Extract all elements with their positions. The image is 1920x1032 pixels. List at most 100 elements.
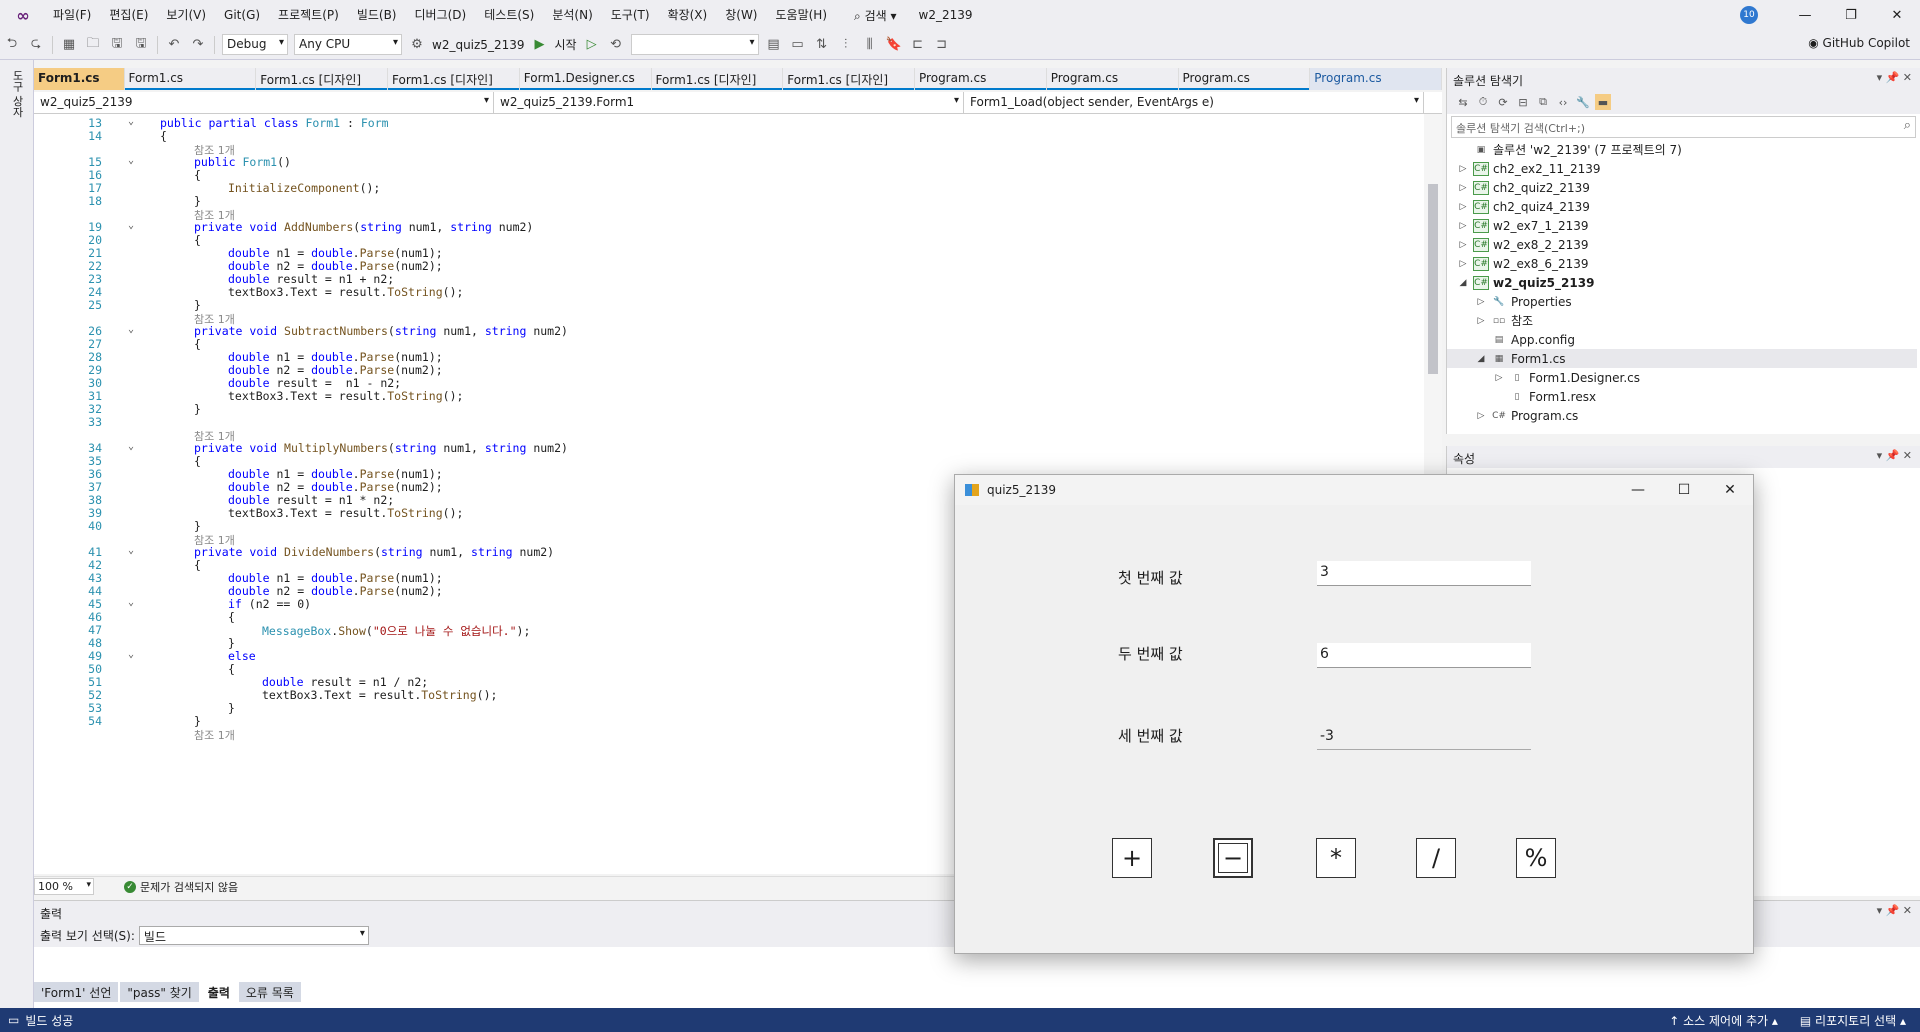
multiply-button[interactable]: *	[1316, 838, 1356, 878]
menu-item[interactable]: 편집(E)	[100, 0, 157, 30]
show-all-icon[interactable]: ⧉	[1535, 94, 1551, 110]
tree-item[interactable]: ▷ ▫▫ 참조	[1447, 311, 1917, 330]
start-button[interactable]: 시작	[554, 36, 576, 53]
menu-item[interactable]: 보기(V)	[157, 0, 215, 30]
start-without-debug-icon[interactable]: ▷	[582, 35, 602, 55]
toolbox-icon[interactable]: ▤	[764, 35, 784, 55]
document-tab[interactable]: Form1.cs	[34, 68, 125, 90]
scroll-thumb[interactable]	[1428, 184, 1438, 374]
repository-button[interactable]: ▤ 리포지토리 선택 ▴	[1800, 1012, 1906, 1029]
back-icon[interactable]: ⮌	[2, 35, 22, 55]
menu-item[interactable]: Git(G)	[215, 0, 269, 30]
document-tab[interactable]: Form1.cs [디자인]	[783, 68, 916, 90]
find-dropdown[interactable]	[630, 34, 759, 55]
subtract-button[interactable]: −	[1213, 838, 1253, 878]
panel-pin-icon[interactable]: ▾ 📌 ✕	[1877, 904, 1912, 917]
wrench-icon[interactable]: 🔧	[1575, 94, 1591, 110]
align-icon[interactable]: ⫶	[836, 35, 856, 55]
expand-toggle-icon[interactable]: ▷	[1457, 259, 1469, 269]
history-icon[interactable]: ⏱	[1475, 94, 1491, 110]
bookmark-icon[interactable]: 🔖	[884, 35, 904, 55]
code-view-icon[interactable]: ‹›	[1555, 94, 1571, 110]
document-tab[interactable]: Program.cs	[1047, 68, 1179, 90]
sync-icon[interactable]: ⇆	[1455, 94, 1471, 110]
platform-dropdown[interactable]: Any CPU	[294, 34, 402, 55]
expand-toggle-icon[interactable]: ▷	[1475, 411, 1487, 421]
save-all-icon[interactable]: 🖫	[131, 35, 151, 55]
document-tab[interactable]: Form1.cs	[125, 68, 257, 90]
bookmark-next-icon[interactable]: ⊐	[932, 35, 952, 55]
form-close-button[interactable]: ✕	[1707, 475, 1753, 505]
fold-chevron-icon[interactable]: ⌄	[128, 441, 134, 452]
document-tab[interactable]: Form1.cs [디자인]	[256, 68, 389, 90]
divide-button[interactable]: /	[1416, 838, 1456, 878]
visual-studio-logo-icon[interactable]: ∞	[10, 4, 36, 26]
add-button[interactable]: +	[1112, 838, 1152, 878]
tree-item[interactable]: ▷ C# ch2_ex2_11_2139	[1447, 159, 1917, 178]
member-dropdown[interactable]: Form1_Load(object sender, EventArgs e)	[964, 92, 1424, 113]
menu-item[interactable]: 도구(T)	[602, 0, 659, 30]
bottom-tab[interactable]: 오류 목록	[238, 982, 301, 1002]
tree-item[interactable]: ▷ 🔧 Properties	[1447, 292, 1917, 311]
toolbox-tab[interactable]: 도구 상자	[9, 70, 25, 118]
expand-toggle-icon[interactable]: ▷	[1457, 240, 1469, 250]
source-control-button[interactable]: ↑ 소스 제어에 추가 ▴	[1669, 1012, 1778, 1029]
expand-toggle-icon[interactable]: ◢	[1457, 278, 1469, 288]
panel-pin-icon[interactable]: ▾ 📌 ✕	[1877, 71, 1912, 84]
collapse-icon[interactable]: ⊟	[1515, 94, 1531, 110]
new-project-icon[interactable]: ▦	[59, 35, 79, 55]
redo-icon[interactable]: ↷	[188, 35, 208, 55]
format-icon[interactable]: ⇅	[812, 35, 832, 55]
refresh-icon[interactable]: ⟳	[1495, 94, 1511, 110]
github-copilot-button[interactable]: ◉ GitHub Copilot	[1808, 36, 1910, 50]
problems-status[interactable]: 문제가 검색되지 않음	[140, 879, 238, 895]
undo-icon[interactable]: ↶	[164, 35, 184, 55]
configuration-dropdown[interactable]: Debug	[222, 34, 288, 55]
menu-item[interactable]: 파일(F)	[44, 0, 100, 30]
expand-toggle-icon[interactable]: ▷	[1457, 202, 1469, 212]
menu-item[interactable]: 분석(N)	[543, 0, 601, 30]
search-button[interactable]: ⌕ 검색 ▾	[846, 7, 904, 24]
tree-item[interactable]: ▯ Form1.resx	[1447, 387, 1917, 406]
tree-item[interactable]: ▷ C# ch2_quiz4_2139	[1447, 197, 1917, 216]
tree-item[interactable]: ▤ App.config	[1447, 330, 1917, 349]
fold-chevron-icon[interactable]: ⌄	[128, 649, 134, 660]
bottom-tab[interactable]: "pass" 찾기	[120, 982, 199, 1002]
form-maximize-button[interactable]: ☐	[1661, 475, 1707, 505]
menu-item[interactable]: 확장(X)	[659, 0, 717, 30]
expand-toggle-icon[interactable]: ▷	[1457, 221, 1469, 231]
document-tab[interactable]: Program.cs	[1179, 68, 1311, 90]
tree-item[interactable]: ◢ ▦ Form1.cs	[1447, 349, 1917, 368]
panel-pin-icon[interactable]: ▾ 📌 ✕	[1877, 449, 1912, 462]
expand-toggle-icon[interactable]: ▷	[1457, 183, 1469, 193]
fold-chevron-icon[interactable]: ⌄	[128, 220, 134, 231]
open-folder-icon[interactable]: 🗀	[83, 35, 103, 55]
layout-icon[interactable]: ▭	[788, 35, 808, 55]
expand-toggle-icon[interactable]: ▷	[1475, 316, 1487, 326]
tree-item[interactable]: ▷ ▯ Form1.Designer.cs	[1447, 368, 1917, 387]
document-tab[interactable]: Program.cs	[915, 68, 1047, 90]
menu-item[interactable]: 창(W)	[716, 0, 766, 30]
fold-chevron-icon[interactable]: ⌄	[128, 597, 134, 608]
solution-search-input[interactable]: 솔루션 탐색기 검색(Ctrl+;)	[1451, 116, 1916, 138]
minimize-button[interactable]: —	[1782, 0, 1828, 30]
tree-item[interactable]: ▣ 솔루션 'w2_2139' (7 프로젝트의 7)	[1447, 140, 1917, 159]
class-dropdown[interactable]: w2_quiz5_2139.Form1	[494, 92, 964, 113]
fold-chevron-icon[interactable]: ⌄	[128, 155, 134, 166]
bookmark-prev-icon[interactable]: ⊏	[908, 35, 928, 55]
menu-item[interactable]: 디버그(D)	[406, 0, 476, 30]
expand-toggle-icon[interactable]: ▷	[1493, 373, 1505, 383]
fold-chevron-icon[interactable]: ⌄	[128, 116, 134, 127]
form-minimize-button[interactable]: —	[1615, 475, 1661, 505]
close-button[interactable]: ✕	[1874, 0, 1920, 30]
bottom-tab[interactable]: 'Form1' 선언	[34, 982, 119, 1002]
save-icon[interactable]: 🖫	[107, 35, 127, 55]
tree-item[interactable]: ▷ C# ch2_quiz2_2139	[1447, 178, 1917, 197]
document-tab[interactable]: Form1.Designer.cs	[520, 68, 652, 90]
start-debug-icon[interactable]: ▶	[529, 35, 549, 55]
menu-item[interactable]: 테스트(S)	[475, 0, 543, 30]
tree-item[interactable]: ▷ C# w2_ex8_6_2139	[1447, 254, 1917, 273]
menu-item[interactable]: 빌드(B)	[348, 0, 406, 30]
comment-icon[interactable]: ⫼	[860, 35, 880, 55]
document-tab[interactable]: Program.cs	[1310, 68, 1443, 90]
